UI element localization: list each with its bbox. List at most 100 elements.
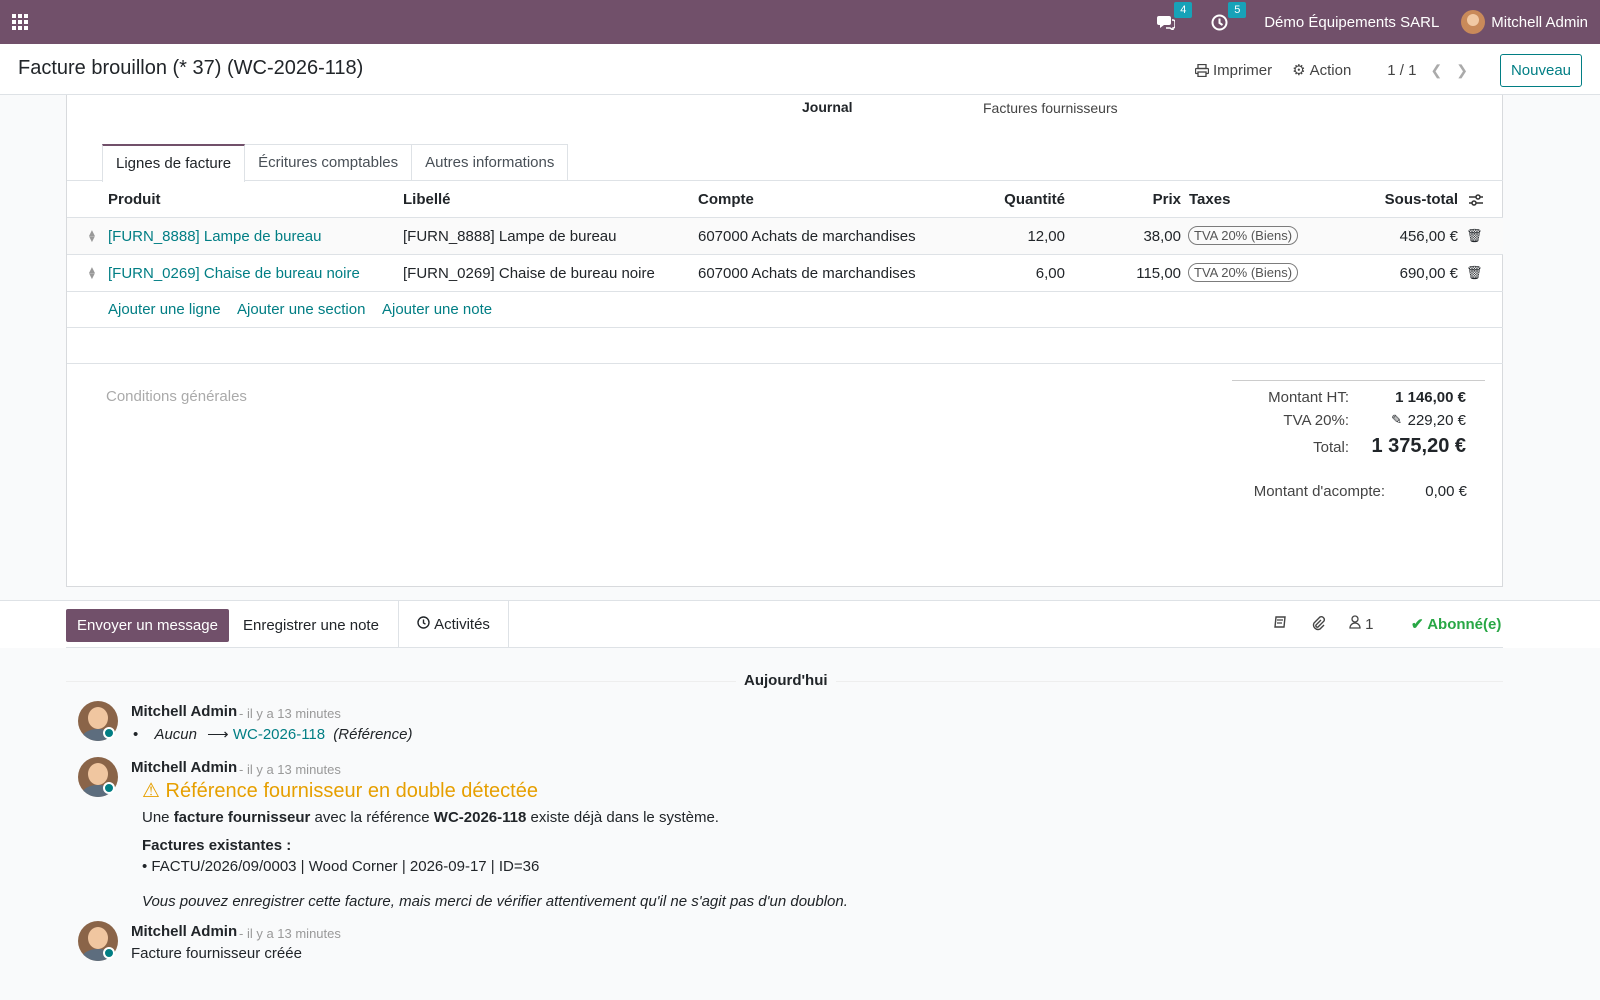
chatter-divider xyxy=(66,647,1503,648)
existing-invoices-title: Factures existantes : xyxy=(142,837,292,854)
action-label: Action xyxy=(1309,61,1352,79)
day-separator-label: Aujourd'hui xyxy=(736,672,836,689)
drag-handle-icon[interactable]: ▲ ▼ xyxy=(87,266,97,282)
line-label[interactable]: [FURN_0269] Chaise de bureau noire xyxy=(403,265,655,282)
apps-menu-icon[interactable] xyxy=(12,14,28,30)
add-section-link[interactable]: Ajouter une section xyxy=(237,301,365,318)
trash-icon[interactable]: 🗑 xyxy=(1466,228,1483,244)
line-tax-badge[interactable]: TVA 20% (Biens) xyxy=(1188,263,1299,282)
deposit-label: Montant d'acompte: xyxy=(1253,483,1385,500)
pencil-icon[interactable]: ✎ xyxy=(1391,412,1402,428)
total-value: 1 375,20 € xyxy=(1371,435,1466,457)
existing-invoice-item: • FACTU/2026/09/0003 | Wood Corner | 202… xyxy=(142,858,540,875)
tax-value: 229,20 € xyxy=(1407,412,1466,429)
tab-other-info[interactable]: Autres informations xyxy=(411,144,569,181)
add-note-link[interactable]: Ajouter une note xyxy=(382,301,492,318)
line-label[interactable]: [FURN_8888] Lampe de bureau xyxy=(403,228,616,245)
untaxed-value: 1 146,00 € xyxy=(1395,389,1466,406)
column-taxes[interactable]: Taxes xyxy=(1189,191,1230,208)
tax-label: TVA 20%: xyxy=(1283,412,1349,429)
table-row[interactable]: ▲ ▼ [FURN_8888] Lampe de bureau [FURN_888… xyxy=(67,218,1503,255)
activities-label: Activités xyxy=(434,616,490,633)
user-menu[interactable]: Mitchell Admin xyxy=(1461,10,1588,34)
drag-handle-icon[interactable]: ▲ ▼ xyxy=(87,229,97,245)
column-price[interactable]: Prix xyxy=(1153,191,1181,208)
tracking-new-value[interactable]: WC-2026-118 xyxy=(233,726,325,743)
text-part: Une xyxy=(142,809,174,826)
activities-button[interactable]: Activités xyxy=(398,601,509,648)
line-price[interactable]: 38,00 xyxy=(1143,228,1181,245)
warning-title-text: Référence fournisseur en double détectée xyxy=(165,780,538,802)
pager-previous-icon[interactable]: ❮ xyxy=(1430,62,1442,79)
column-quantity[interactable]: Quantité xyxy=(1004,191,1065,208)
line-quantity[interactable]: 6,00 xyxy=(1036,265,1065,282)
arrow-right-icon: ⟶ xyxy=(207,726,229,743)
activity-menu[interactable]: 5 xyxy=(1211,1,1247,31)
messages-count-badge: 4 xyxy=(1174,2,1193,18)
duplicate-warning-footer: Vous pouvez enregistrer cette facture, m… xyxy=(142,893,848,910)
checkmark-icon: ✔ xyxy=(1411,616,1424,633)
print-button[interactable]: Imprimer xyxy=(1194,62,1272,79)
notebook-tabs: Lignes de facture Écritures comptables A… xyxy=(102,144,569,182)
column-subtotal[interactable]: Sous-total xyxy=(1385,191,1458,208)
line-subtotal: 456,00 € xyxy=(1399,228,1458,245)
line-product[interactable]: [FURN_8888] Lampe de bureau xyxy=(108,228,321,245)
tracking-field-name: (Référence) xyxy=(333,726,413,743)
line-price[interactable]: 115,00 xyxy=(1136,265,1181,282)
tab-invoice-lines[interactable]: Lignes de facture xyxy=(102,144,246,182)
table-row[interactable]: ▲ ▼ [FURN_0269] Chaise de bureau noire [F… xyxy=(67,255,1503,292)
message-author[interactable]: Mitchell Admin xyxy=(131,703,237,720)
message-author[interactable]: Mitchell Admin xyxy=(131,923,237,940)
line-tax-badge[interactable]: TVA 20% (Biens) xyxy=(1188,226,1299,245)
log-note-button[interactable]: Enregistrer une note xyxy=(243,617,379,634)
new-button[interactable]: Nouveau xyxy=(1499,53,1582,87)
journal-field[interactable]: Factures fournisseurs xyxy=(983,100,1118,116)
chatter-topbar: Envoyer un message Enregistrer une note … xyxy=(0,600,1600,648)
message-date: - il y a 13 minutes xyxy=(239,926,341,941)
line-quantity[interactable]: 12,00 xyxy=(1027,228,1065,245)
clock-icon xyxy=(417,616,430,633)
followers-button[interactable]: 1 xyxy=(1349,615,1374,633)
pager-value[interactable]: 1 / 1 xyxy=(1387,62,1416,79)
printer-icon xyxy=(1194,63,1209,77)
line-account[interactable]: 607000 Achats de marchandises xyxy=(698,228,916,245)
tracking-old-value: Aucun xyxy=(154,726,197,743)
chat-bubbles-icon xyxy=(1157,16,1176,30)
message-author[interactable]: Mitchell Admin xyxy=(131,759,237,776)
duplicate-message-line: Une facture fournisseur avec la référenc… xyxy=(142,809,719,826)
optional-columns-icon[interactable] xyxy=(1469,193,1483,210)
following-button[interactable]: ✔ Abonné(e) xyxy=(1411,615,1501,633)
invoice-form-sheet: Journal Factures fournisseurs Lignes de … xyxy=(66,95,1503,587)
book-icon[interactable] xyxy=(1274,615,1288,633)
add-line-link[interactable]: Ajouter une ligne xyxy=(108,301,221,318)
company-switcher[interactable]: Démo Équipements SARL xyxy=(1264,14,1439,31)
column-label[interactable]: Libellé xyxy=(403,191,451,208)
message-date: - il y a 13 minutes xyxy=(239,762,341,777)
column-account[interactable]: Compte xyxy=(698,191,754,208)
tracking-value: • Aucun ⟶ WC-2026-118 (Référence) xyxy=(133,725,412,743)
send-message-button[interactable]: Envoyer un message xyxy=(66,609,229,642)
company-name: Démo Équipements SARL xyxy=(1264,13,1440,31)
line-subtotal: 690,00 € xyxy=(1399,265,1458,282)
line-product[interactable]: [FURN_0269] Chaise de bureau noire xyxy=(108,265,360,282)
online-status-icon xyxy=(103,947,115,959)
terms-field[interactable]: Conditions générales xyxy=(106,388,247,405)
column-product[interactable]: Produit xyxy=(108,191,161,208)
line-account[interactable]: 607000 Achats de marchandises xyxy=(698,265,916,282)
warning-icon: ⚠ xyxy=(142,780,160,802)
user-name: Mitchell Admin xyxy=(1491,13,1588,31)
paperclip-icon[interactable] xyxy=(1310,615,1326,635)
action-button[interactable]: ⚙ Action xyxy=(1292,61,1352,80)
messaging-menu[interactable]: 4 xyxy=(1157,2,1193,30)
trash-icon[interactable]: 🗑 xyxy=(1466,265,1483,281)
top-navbar: 4 5 Démo Équipements SARL Mitchell Admin xyxy=(0,0,1600,44)
bullet: • xyxy=(133,726,139,743)
tab-journal-items[interactable]: Écritures comptables xyxy=(244,144,413,181)
user-icon xyxy=(1349,615,1365,633)
gear-icon: ⚙ xyxy=(1292,62,1306,79)
deposit-value: 0,00 € xyxy=(1425,483,1467,500)
following-label: Abonné(e) xyxy=(1427,616,1502,633)
pager-next-icon[interactable]: ❯ xyxy=(1456,62,1468,79)
warning-title: ⚠ Référence fournisseur en double détect… xyxy=(142,778,538,803)
text-bold-part: WC-2026-118 xyxy=(433,809,527,826)
